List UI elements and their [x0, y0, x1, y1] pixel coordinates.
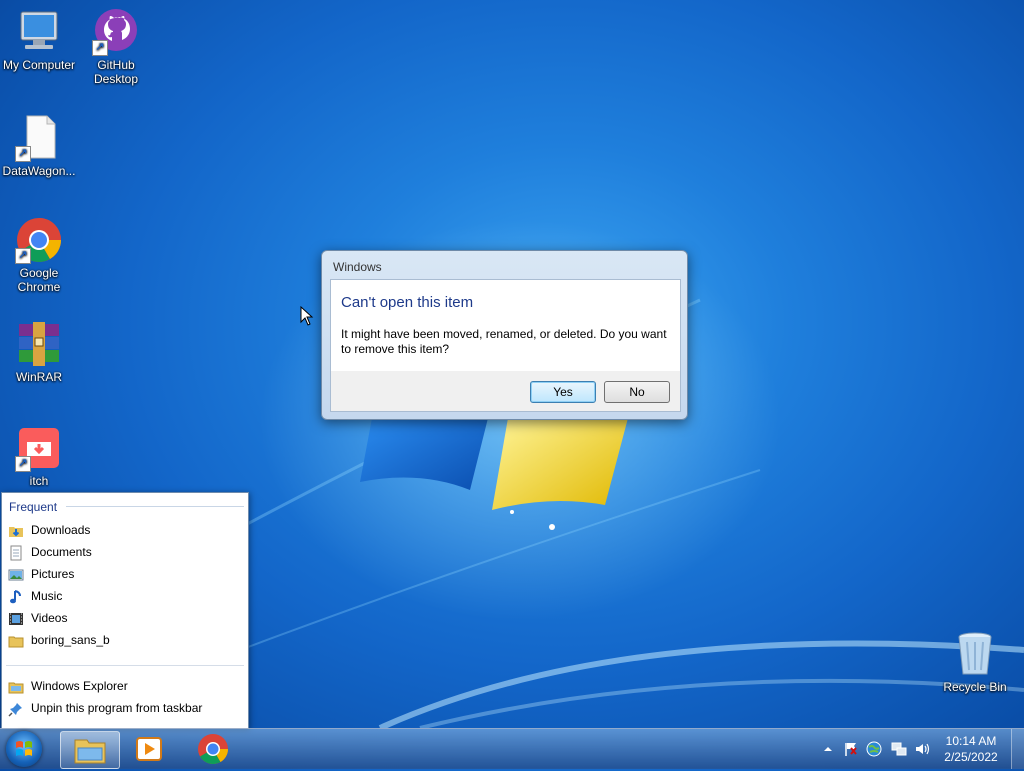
jump-list-item-label: Documents: [31, 545, 92, 559]
documents-icon: [8, 545, 24, 561]
chrome-icon: ↗: [15, 216, 63, 264]
dialog-body: Can't open this item It might have been …: [330, 279, 681, 372]
media-player-icon: [136, 737, 162, 761]
show-hidden-icons-chevron-icon[interactable]: [820, 741, 836, 757]
dialog-content-text: It might have been moved, renamed, or de…: [341, 327, 667, 356]
desktop-icon-github-desktop[interactable]: ↗ GitHub Desktop: [77, 8, 155, 86]
desktop-icon-itch[interactable]: ↗ itch: [0, 424, 78, 488]
desktop-icon-label: Recycle Bin: [943, 680, 1007, 694]
start-button[interactable]: [6, 731, 42, 767]
header-divider: [66, 506, 244, 507]
desktop-icon-label: DataWagon...: [2, 164, 76, 178]
jump-list-item-label: Unpin this program from taskbar: [31, 701, 203, 715]
desktop-icon-label: WinRAR: [15, 370, 62, 384]
jump-list-windows-explorer[interactable]: Windows Explorer: [8, 676, 244, 696]
desktop-icon-google-chrome[interactable]: ↗ Google Chrome: [0, 216, 78, 294]
folder-icon: [8, 633, 24, 649]
jump-list-divider: [6, 665, 244, 666]
taskbar-media-player[interactable]: [120, 731, 178, 767]
chrome-icon: [198, 734, 228, 765]
windows-explorer-icon: [8, 679, 24, 695]
yes-button[interactable]: Yes: [530, 381, 596, 403]
dialog-main-instruction: Can't open this item: [341, 294, 474, 311]
desktop-icon-recycle-bin[interactable]: Recycle Bin: [936, 630, 1014, 694]
github-desktop-icon: ↗: [92, 8, 140, 56]
no-button[interactable]: No: [604, 381, 670, 403]
dialog-title: Windows: [333, 260, 382, 274]
desktop-icon-label: My Computer: [2, 58, 76, 72]
taskbar-windows-explorer[interactable]: [60, 731, 120, 769]
jump-list-item-boring-sans-b[interactable]: boring_sans_b: [8, 630, 244, 650]
action-center-flag-icon[interactable]: [843, 741, 859, 757]
shortcut-arrow-icon: ↗: [15, 456, 31, 472]
jump-list-item-documents[interactable]: Documents: [8, 542, 244, 562]
jump-list-item-label: Videos: [31, 611, 68, 625]
system-clock[interactable]: 10:14 AM 2/25/2022: [936, 733, 1006, 765]
file-icon: ↗: [15, 114, 63, 162]
dialog-button-area: Yes No: [330, 371, 681, 412]
shortcut-arrow-icon: ↗: [15, 248, 31, 264]
jump-list-item-label: Windows Explorer: [31, 679, 128, 693]
windows-logo-icon: [16, 741, 32, 756]
jump-list-item-label: Pictures: [31, 567, 75, 581]
taskbar-google-chrome[interactable]: [184, 731, 242, 767]
windows-explorer-icon: [74, 739, 106, 764]
itch-icon: ↗: [15, 424, 63, 472]
clock-time: 10:14 AM: [945, 734, 997, 748]
videos-icon: [8, 611, 24, 627]
computer-icon: [15, 8, 63, 56]
downloads-folder-icon: [8, 523, 24, 539]
jump-list-item-downloads[interactable]: Downloads: [8, 520, 244, 540]
jump-list-unpin[interactable]: Unpin this program from taskbar: [8, 698, 244, 718]
jump-list-item-label: Music: [31, 589, 63, 603]
desktop-icon-label: itch: [29, 474, 49, 488]
shortcut-arrow-icon: ↗: [92, 40, 108, 56]
jump-list-item-pictures[interactable]: Pictures: [8, 564, 244, 584]
jump-list-item-label: Downloads: [31, 523, 91, 537]
taskbar: 10:14 AM 2/25/2022: [0, 728, 1024, 769]
explorer-jump-list: Frequent Downloads Documents Pictures Mu…: [1, 492, 249, 729]
pictures-icon: [8, 567, 24, 583]
unpin-icon: [8, 701, 24, 717]
desktop-icon-label: GitHub Desktop: [93, 58, 139, 86]
show-desktop-button[interactable]: [1011, 729, 1024, 769]
shortcut-arrow-icon: ↗: [15, 146, 31, 162]
desktop-icon-winrar[interactable]: WinRAR: [0, 320, 78, 384]
desktop-icon-my-computer[interactable]: My Computer: [0, 8, 78, 72]
music-icon: [8, 589, 24, 605]
winrar-icon: [15, 320, 63, 368]
desktop-icon-datawagon[interactable]: ↗ DataWagon...: [0, 114, 78, 178]
jump-list-item-label: boring_sans_b: [31, 633, 110, 647]
jump-list-frequent-header: Frequent: [9, 500, 58, 514]
jump-list-item-videos[interactable]: Videos: [8, 608, 244, 628]
network-connection-icon[interactable]: [891, 741, 907, 757]
cant-open-item-dialog: Windows Can't open this item It might ha…: [321, 250, 688, 420]
volume-speaker-icon[interactable]: [914, 741, 930, 757]
network-globe-icon[interactable]: [866, 741, 882, 757]
clock-date: 2/25/2022: [944, 750, 998, 764]
desktop-icon-label: Google Chrome: [17, 266, 61, 294]
jump-list-item-music[interactable]: Music: [8, 586, 244, 606]
recycle-bin-icon: [951, 630, 999, 678]
mouse-cursor-icon: [300, 305, 314, 329]
